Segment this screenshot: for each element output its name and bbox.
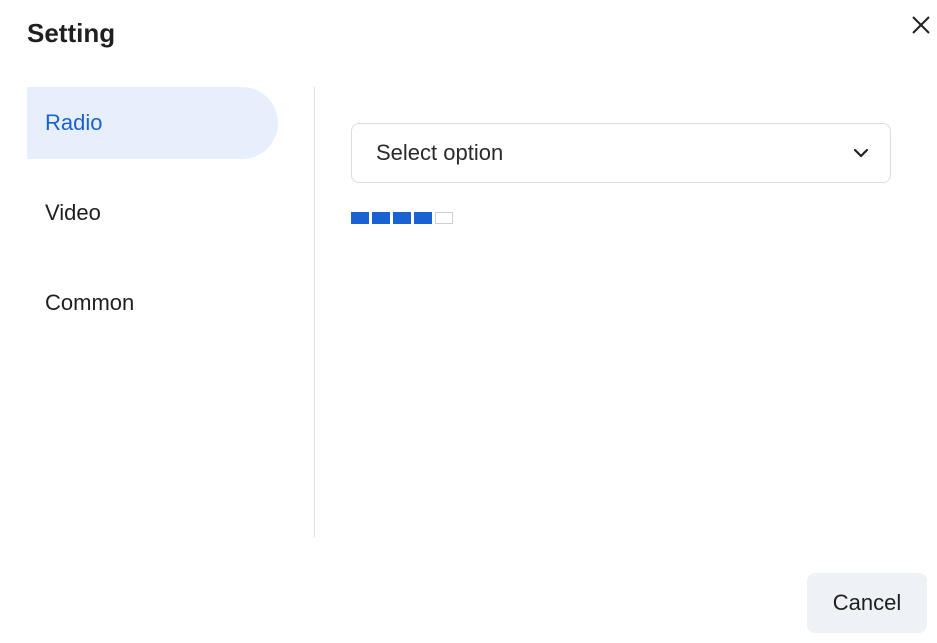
level-meter — [351, 212, 453, 224]
cancel-button[interactable]: Cancel — [807, 573, 927, 633]
level-segment — [414, 212, 432, 224]
level-segment — [351, 212, 369, 224]
level-segment — [393, 212, 411, 224]
sidebar-item-radio[interactable]: Radio — [27, 87, 278, 159]
close-icon — [912, 16, 930, 34]
vertical-divider — [314, 87, 315, 537]
sidebar-item-label: Radio — [45, 110, 103, 135]
level-segment — [372, 212, 390, 224]
select-placeholder: Select option — [376, 140, 504, 165]
option-select[interactable]: Select option — [351, 123, 891, 183]
sidebar-item-video[interactable]: Video — [27, 177, 278, 249]
chevron-down-icon — [853, 148, 869, 158]
close-button[interactable] — [904, 8, 937, 42]
dialog-title: Setting — [27, 18, 116, 48]
level-segment — [435, 212, 453, 224]
sidebar-item-common[interactable]: Common — [27, 267, 278, 339]
sidebar: Radio Video Common — [27, 87, 278, 357]
sidebar-item-label: Video — [45, 200, 101, 225]
sidebar-item-label: Common — [45, 290, 135, 315]
